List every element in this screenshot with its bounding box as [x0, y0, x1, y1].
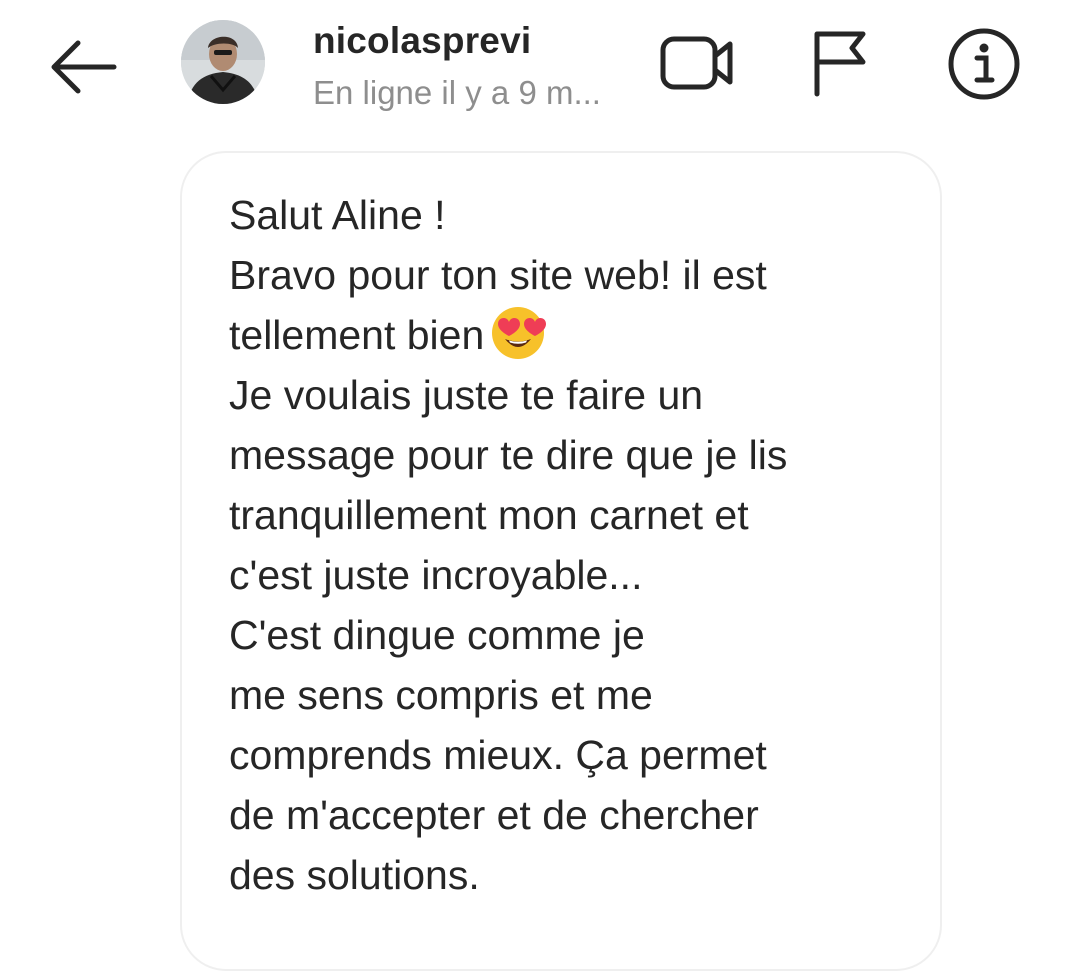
message-line: message pour te dire que je lis — [229, 432, 788, 478]
username[interactable]: nicolasprevi — [313, 20, 531, 62]
video-call-icon — [660, 36, 733, 90]
arrow-left-icon — [51, 40, 117, 94]
heart-eyes-emoji — [490, 305, 547, 361]
message-line: tranquillement mon carnet et — [229, 492, 749, 538]
flag-icon — [814, 31, 866, 97]
report-button[interactable] — [802, 24, 878, 102]
video-call-button[interactable] — [652, 26, 742, 100]
message-line: tellement bien — [229, 312, 485, 358]
message-line: des solutions. — [229, 852, 480, 898]
message-text: Salut Aline ! Bravo pour ton site web! i… — [229, 185, 919, 905]
info-button[interactable] — [942, 22, 1026, 106]
chat-header: nicolasprevi En ligne il y a 9 m... — [0, 0, 1080, 130]
message-line: C'est dingue comme je — [229, 612, 645, 658]
message-line: Salut Aline ! — [229, 192, 446, 238]
info-icon — [948, 28, 1020, 100]
message-line: me sens compris et me — [229, 672, 653, 718]
message-line: de m'accepter et de chercher — [229, 792, 759, 838]
avatar[interactable] — [181, 20, 265, 104]
back-button[interactable] — [44, 32, 124, 102]
message-line: c'est juste incroyable... — [229, 552, 643, 598]
message-line: comprends mieux. Ça permet — [229, 732, 767, 778]
profile-photo — [181, 20, 265, 104]
message-line-with-emoji: tellement bien — [229, 305, 919, 365]
message-line: Bravo pour ton site web! il est — [229, 252, 767, 298]
online-status: En ligne il y a 9 m... — [313, 74, 601, 111]
message-line: Je voulais juste te faire un — [229, 372, 704, 418]
